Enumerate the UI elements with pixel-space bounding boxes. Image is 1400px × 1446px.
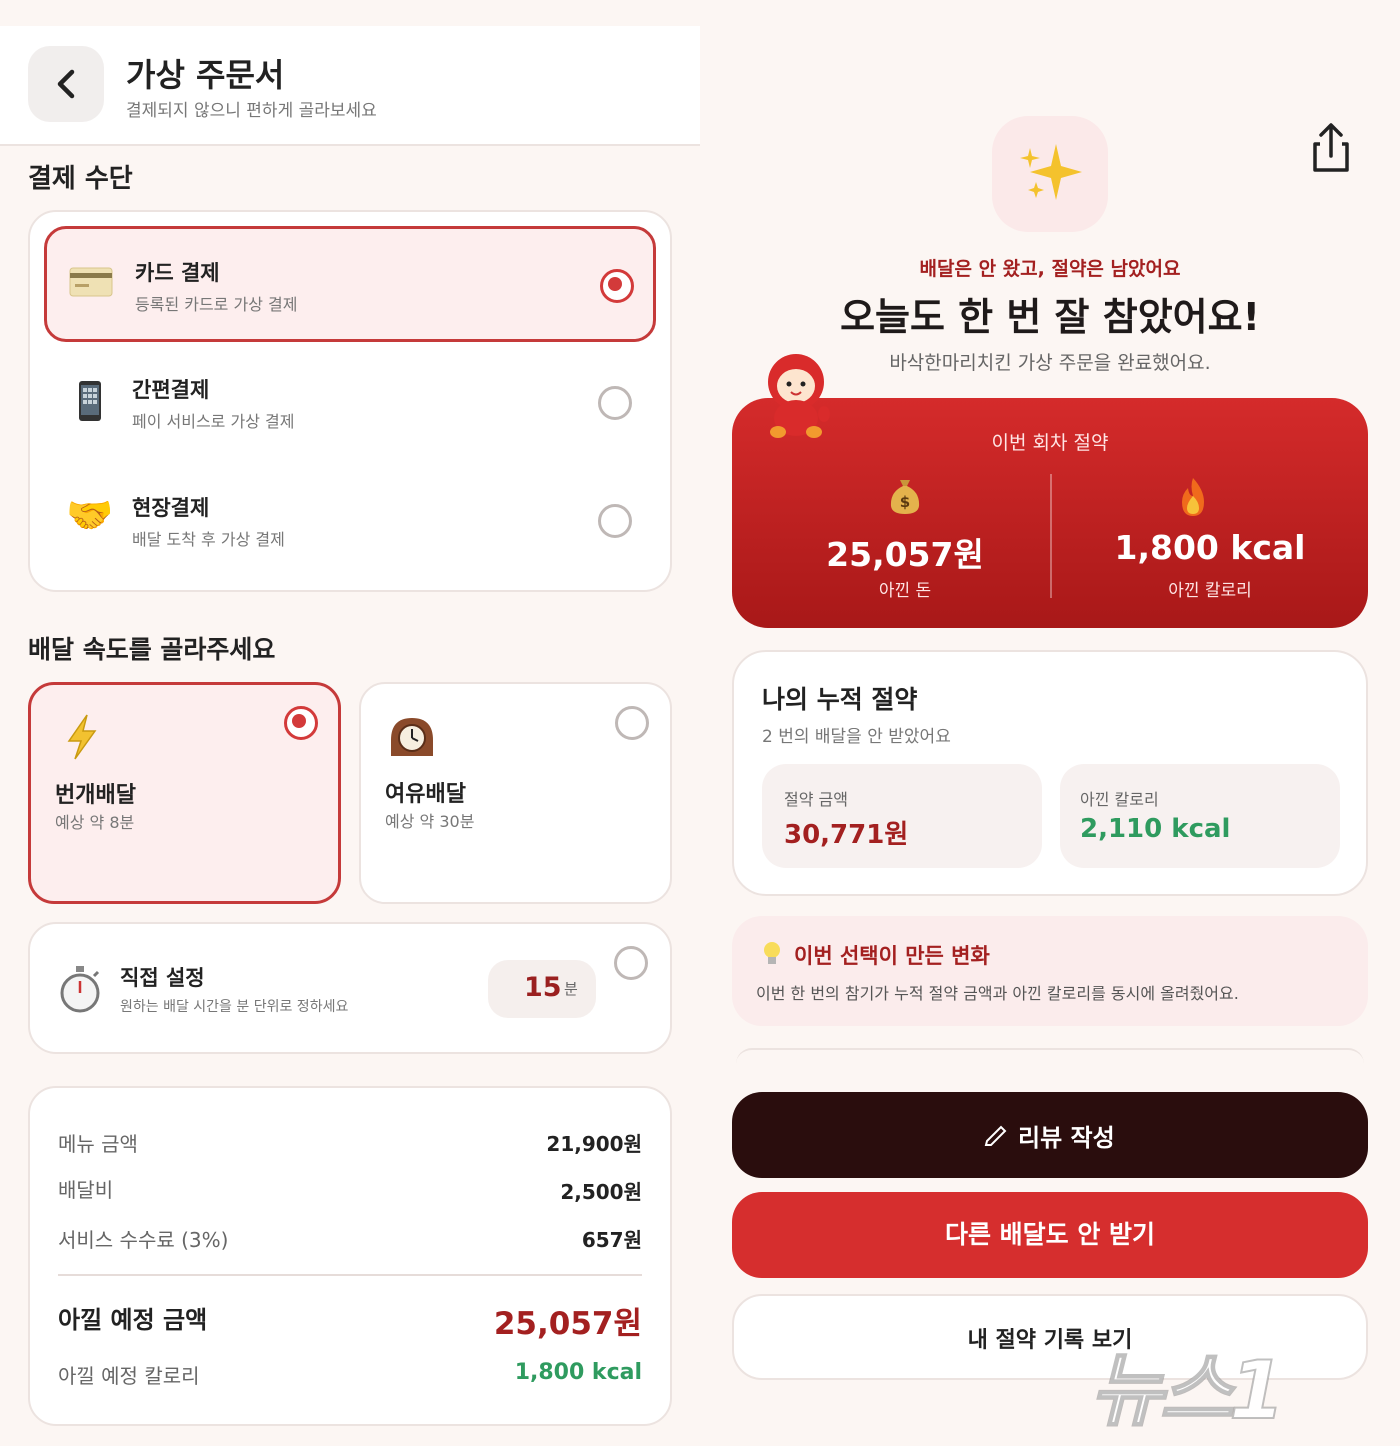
fire-icon [1176,476,1210,518]
round-kcal-value: 1,800 kcal [1114,528,1306,567]
custom-speed-radio[interactable] [614,946,648,980]
custom-speed-label: 직접 설정 [120,966,205,990]
sparkles-icon [1020,144,1082,200]
minutes-input[interactable]: 15 분 [488,960,596,1018]
watermark-text: 뉴스1 [1089,1343,1286,1438]
light-bulb-icon [764,942,780,964]
result-headline: 오늘도 한 번 잘 참았어요! [840,295,1260,339]
mascot-character [756,352,836,442]
payment-radio[interactable] [598,386,632,420]
summary-row-value: 657원 [581,1228,642,1252]
page-title: 가상 주문서 [126,56,285,94]
payment-section-title: 결제 수단 [28,164,133,194]
svg-text:$: $ [900,493,910,511]
calorie-label: 아낄 예정 칼로리 [58,1364,200,1388]
payment-option-on-site[interactable]: 🤝 현장결제 배달 도착 후 가상 결제 [44,462,656,578]
custom-speed-desc: 원하는 배달 시간을 분 단위로 정하세요 [120,999,349,1015]
calorie-value: 1,800 kcal [514,1360,642,1385]
cumulative-title: 나의 누적 절약 [762,685,918,714]
round-money-value: 25,057원 [826,535,984,574]
speed-option-desc: 예상 약 8분 [55,813,135,832]
cumulative-subtitle: 2 번의 배달을 안 받았어요 [762,727,951,747]
review-button-label: 리뷰 작성 [1018,1124,1115,1152]
speed-option-desc: 예상 약 30분 [385,812,475,831]
cumulative-money-value: 30,771원 [784,820,909,850]
tip-text: 이번 한 번의 참기가 누적 절약 금액과 아낀 칼로리를 동시에 올려줬어요. [756,984,1239,1003]
minutes-unit: 분 [564,980,578,998]
speed-option-lightning[interactable]: 번개배달 예상 약 8분 [28,682,341,904]
share-button[interactable] [1304,120,1358,180]
stopwatch-icon [60,966,100,1013]
hidden-card-edge [736,1048,1364,1064]
summary-row-value: 2,500원 [560,1180,642,1204]
payment-option-desc: 등록된 카드로 가상 결제 [135,295,298,314]
credit-card-icon [69,267,113,297]
tip-title: 이번 선택이 만든 변화 [794,944,990,968]
price-summary-card: 메뉴 금액 21,900원 배달비 2,500원 서비스 수수료 (3%) 65… [28,1086,672,1426]
summary-row-label: 배달비 [58,1178,114,1202]
cumulative-kcal-label: 아낀 칼로리 [1080,790,1159,809]
total-value: 25,057원 [493,1306,642,1342]
custom-speed-card[interactable]: 직접 설정 원하는 배달 시간을 분 단위로 정하세요 15 분 [28,922,672,1054]
summary-row-value: 21,900원 [546,1132,642,1156]
summary-row-label: 서비스 수수료 (3%) [58,1228,229,1252]
payment-radio[interactable] [598,504,632,538]
speed-radio[interactable] [615,706,649,740]
payment-radio-selected[interactable] [600,269,634,303]
speed-radio-selected[interactable] [284,706,318,740]
payment-option-desc: 배달 도착 후 가상 결제 [132,530,285,549]
minutes-value: 15 [524,972,562,1003]
news1-watermark: 뉴스1 [1089,1318,1386,1438]
mobile-phone-icon [79,381,101,421]
payment-card: 카드 결제 등록된 카드로 가상 결제 간편결제 페이 서비스로 가상 결제 🤝… [28,210,672,592]
summary-divider [58,1274,642,1276]
share-icon [1313,123,1349,172]
speed-section-title: 배달 속도를 골라주세요 [28,635,276,664]
payment-option-label: 간편결제 [132,378,210,402]
payment-option-simple-pay[interactable]: 간편결제 페이 서비스로 가상 결제 [44,344,656,460]
result-kicker: 배달은 안 왔고, 절약은 남았어요 [919,258,1181,280]
header-bar: 가상 주문서 결제되지 않으니 편하게 골라보세요 [0,26,700,146]
speed-option-relaxed[interactable]: 여유배달 예상 약 30분 [359,682,672,904]
total-label: 아낄 예정 금액 [58,1306,208,1334]
cumulative-kcal-box: 아낀 칼로리 2,110 kcal [1060,764,1340,868]
cumulative-card: 나의 누적 절약 2 번의 배달을 안 받았어요 절약 금액 30,771원 아… [732,650,1368,896]
right-panel: 배달은 안 왔고, 절약은 남았어요 오늘도 한 번 잘 참았어요! 바삭한마리… [700,0,1400,1446]
cumulative-money-box: 절약 금액 30,771원 [762,764,1042,868]
round-money-label: 아낀 돈 [878,581,932,601]
cumulative-money-label: 절약 금액 [784,790,848,809]
lightning-icon [67,714,97,760]
round-kcal-label: 아낀 칼로리 [1168,581,1252,601]
pencil-icon [984,1125,1007,1146]
chevron-left-icon [57,69,75,99]
speed-option-label: 번개배달 [55,783,136,808]
summary-row-label: 메뉴 금액 [58,1132,138,1156]
payment-option-label: 카드 결제 [135,261,220,285]
back-button[interactable] [28,46,104,122]
payment-option-desc: 페이 서비스로 가상 결제 [132,412,295,431]
payment-option-card[interactable]: 카드 결제 등록된 카드로 가상 결제 [44,226,656,342]
mantel-clock-icon [391,718,433,756]
speed-option-label: 여유배달 [385,782,466,807]
money-bag-icon: $ [888,476,922,516]
review-button[interactable]: 리뷰 작성 [732,1092,1368,1178]
payment-option-label: 현장결제 [132,496,210,520]
tip-card: 이번 선택이 만든 변화 이번 한 번의 참기가 누적 절약 금액과 아낀 칼로… [732,916,1368,1026]
handshake-icon: 🤝 [66,493,114,537]
page-subtitle: 결제되지 않으니 편하게 골라보세요 [126,101,377,121]
left-panel: 가상 주문서 결제되지 않으니 편하게 골라보세요 결제 수단 카드 결제 등록… [0,0,700,1446]
cumulative-kcal-value: 2,110 kcal [1080,814,1231,844]
skip-again-button[interactable]: 다른 배달도 안 받기 [732,1192,1368,1278]
sparkle-badge [992,116,1108,232]
